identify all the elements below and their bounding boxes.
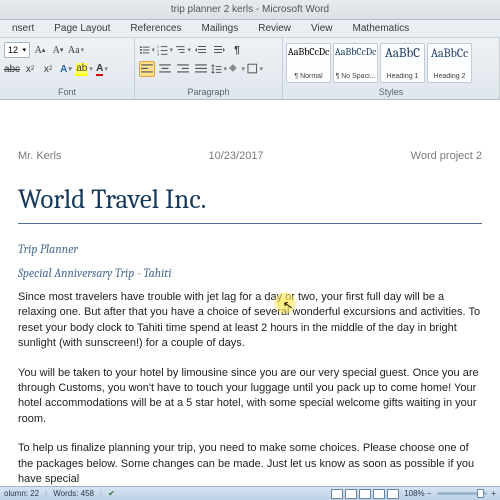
doc-project: Word project 2 [411, 150, 482, 162]
title-bar: trip planner 2 kerls - Microsoft Word [0, 0, 500, 20]
superscript-icon[interactable]: x2 [40, 61, 56, 77]
line-spacing-icon[interactable] [211, 61, 227, 77]
align-center-icon[interactable] [157, 61, 173, 77]
tab-mailings[interactable]: Mailings [192, 20, 249, 37]
status-bar: olumn: 22 | Words: 458 | ✔ 108% − + [0, 486, 500, 500]
increase-indent-icon[interactable] [211, 42, 227, 58]
tab-page-layout[interactable]: Page Layout [44, 20, 120, 37]
ribbon: 12▾ A▴ A▾ Aa abc x2 x2 A ab A Font 123 [0, 38, 500, 100]
view-draft-icon[interactable] [387, 489, 399, 499]
font-group: 12▾ A▴ A▾ Aa abc x2 x2 A ab A Font [0, 38, 135, 99]
align-left-icon[interactable] [139, 61, 155, 77]
doc-author: Mr. Kerls [18, 150, 61, 162]
view-full-icon[interactable] [345, 489, 357, 499]
document-page[interactable]: Mr. Kerls 10/23/2017 Word project 2 Worl… [0, 100, 500, 486]
text-effects-icon[interactable]: A [58, 61, 74, 77]
grow-font-icon[interactable]: A▴ [32, 42, 48, 58]
shrink-font-icon[interactable]: A▾ [50, 42, 66, 58]
status-zoom[interactable]: 108% [404, 489, 424, 498]
view-web-icon[interactable] [359, 489, 371, 499]
tab-references[interactable]: References [120, 20, 191, 37]
subscript-icon[interactable]: x2 [22, 61, 38, 77]
tab-view[interactable]: View [301, 20, 343, 37]
paragraph-group-label: Paragraph [135, 87, 282, 99]
tab-review[interactable]: Review [248, 20, 301, 37]
numbering-icon[interactable]: 123 [157, 42, 173, 58]
style-no-spacing[interactable]: AaBbCcDc¶ No Spaci... [333, 43, 378, 83]
zoom-out-icon[interactable]: − [427, 489, 432, 498]
align-right-icon[interactable] [175, 61, 191, 77]
paragraph-group: 123 ¶ Paragraph [135, 38, 283, 99]
change-case-icon[interactable]: Aa [68, 42, 84, 58]
shading-icon[interactable] [229, 61, 245, 77]
borders-icon[interactable] [247, 61, 263, 77]
font-size-dropdown[interactable]: 12▾ [4, 42, 30, 58]
font-group-label: Font [0, 87, 134, 99]
styles-group: AaBbCcDc¶ Normal AaBbCcDc¶ No Spaci... A… [283, 38, 500, 99]
tab-insert[interactable]: nsert [2, 20, 44, 37]
spellcheck-icon[interactable]: ✔ [108, 489, 115, 498]
style-heading2[interactable]: AaBbCcHeading 2 [427, 43, 472, 83]
doc-subtitle-1: Trip Planner [18, 242, 482, 256]
doc-subtitle-2: Special Anniversary Trip - Tahiti [18, 266, 482, 280]
styles-group-label: Styles [283, 87, 499, 99]
window-title: trip planner 2 kerls - Microsoft Word [171, 4, 329, 15]
ribbon-tabs: nsert Page Layout References Mailings Re… [0, 20, 500, 38]
view-print-icon[interactable] [331, 489, 343, 499]
status-column: olumn: 22 [4, 489, 39, 498]
doc-paragraph-2: You will be taken to your hotel by limou… [18, 366, 482, 428]
show-marks-icon[interactable]: ¶ [229, 42, 245, 58]
style-normal[interactable]: AaBbCcDc¶ Normal [286, 43, 331, 83]
style-heading1[interactable]: AaBbCHeading 1 [380, 43, 425, 83]
doc-date: 10/23/2017 [209, 150, 264, 162]
svg-text:3: 3 [157, 53, 159, 56]
tab-mathematics[interactable]: Mathematics [343, 20, 420, 37]
doc-paragraph-1: Since most travelers have trouble with j… [18, 290, 482, 352]
doc-paragraph-3: To help us finalize planning your trip, … [18, 441, 482, 487]
zoom-in-icon[interactable]: + [491, 489, 496, 498]
decrease-indent-icon[interactable] [193, 42, 209, 58]
doc-body: Since most travelers have trouble with j… [18, 290, 482, 487]
bullets-icon[interactable] [139, 42, 155, 58]
status-words: Words: 458 [53, 489, 94, 498]
zoom-slider[interactable] [437, 492, 487, 495]
multilevel-list-icon[interactable] [175, 42, 191, 58]
highlight-icon[interactable]: ab [76, 61, 92, 77]
justify-icon[interactable] [193, 61, 209, 77]
font-color-icon[interactable]: A [94, 61, 110, 77]
doc-title: World Travel Inc. [18, 184, 482, 224]
view-outline-icon[interactable] [373, 489, 385, 499]
strikethrough-icon[interactable]: abc [4, 61, 20, 77]
doc-header: Mr. Kerls 10/23/2017 Word project 2 [18, 150, 482, 162]
